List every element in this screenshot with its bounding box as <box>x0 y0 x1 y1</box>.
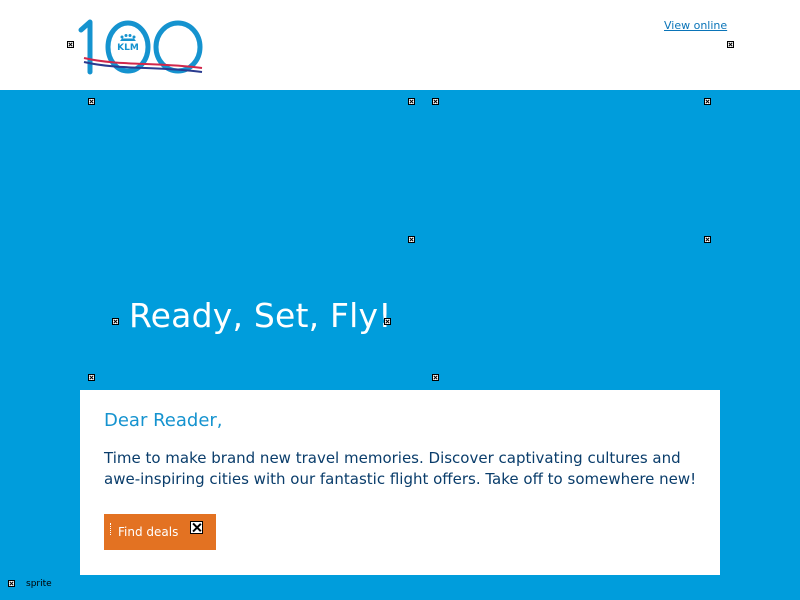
broken-image-icon <box>88 374 95 381</box>
header-bar: KLM View online <box>0 0 800 90</box>
find-deals-label: Find deals <box>118 525 179 539</box>
content-card: Dear Reader, Time to make brand new trav… <box>80 390 720 575</box>
broken-image-icon <box>408 98 415 105</box>
body-text: Time to make brand new travel memories. … <box>104 449 697 488</box>
broken-image-icon <box>704 98 711 105</box>
broken-image-icon <box>384 318 391 325</box>
greeting: Dear Reader, <box>104 410 223 431</box>
broken-image-icon <box>704 236 711 243</box>
broken-image-icon <box>88 98 95 105</box>
broken-image-icon <box>432 98 439 105</box>
klm-100-logo[interactable]: KLM <box>78 18 208 76</box>
view-online-link[interactable]: View online <box>664 19 727 32</box>
broken-image-icon <box>112 318 119 325</box>
footer-alt-text: sprite <box>26 579 52 589</box>
broken-image-icon <box>408 236 415 243</box>
footer-sprite: sprite <box>8 579 68 589</box>
broken-image-icon <box>8 580 15 587</box>
broken-image-icon <box>727 41 734 48</box>
logo-text: KLM <box>117 43 139 53</box>
broken-image-icon <box>67 41 74 48</box>
broken-image-icon <box>432 374 439 381</box>
cta-divider <box>110 523 112 535</box>
broken-image-icon <box>190 521 203 534</box>
hero-headline: Ready, Set, Fly! <box>129 296 392 335</box>
find-deals-button[interactable]: Find deals <box>104 514 216 550</box>
